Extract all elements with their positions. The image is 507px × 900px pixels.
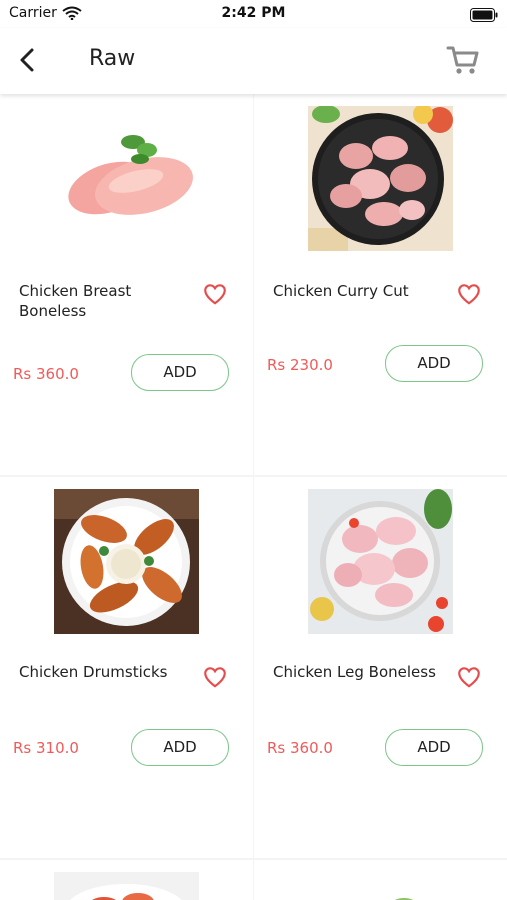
page-title: Raw — [89, 46, 136, 71]
add-to-cart-button[interactable]: ADD — [385, 345, 483, 382]
back-button[interactable] — [14, 44, 44, 76]
heart-icon[interactable] — [456, 281, 482, 307]
product-name[interactable]: Chicken Drumsticks — [19, 662, 189, 682]
product-grid: Chicken Breast Boneless Rs 360.0 ADD Chi… — [0, 94, 507, 900]
product-price: Rs 360.0 — [267, 739, 333, 757]
add-to-cart-button[interactable]: ADD — [131, 729, 229, 766]
product-image — [308, 872, 453, 900]
cart-icon — [446, 46, 479, 74]
nav-bar: Raw — [0, 28, 507, 94]
product-card[interactable]: Chicken Breast Boneless Rs 360.0 ADD — [0, 94, 253, 475]
chevron-left-icon — [20, 48, 34, 72]
cart-button[interactable] — [445, 42, 481, 78]
product-price: Rs 230.0 — [267, 356, 333, 374]
product-card[interactable] — [254, 860, 507, 900]
product-image — [54, 489, 199, 634]
product-card[interactable]: Chicken Curry Cut Rs 230.0 ADD — [254, 94, 507, 475]
product-card[interactable]: Chicken Drumsticks Rs 310.0 ADD — [0, 477, 253, 858]
product-image — [308, 106, 453, 251]
product-image — [54, 872, 199, 900]
battery-icon — [470, 7, 498, 26]
product-image — [308, 489, 453, 634]
status-time: 2:42 PM — [221, 5, 286, 21]
add-to-cart-button[interactable]: ADD — [385, 729, 483, 766]
product-name[interactable]: Chicken Breast Boneless — [19, 281, 189, 321]
product-card[interactable]: Chicken Leg Boneless Rs 360.0 ADD — [254, 477, 507, 858]
heart-icon[interactable] — [456, 664, 482, 690]
product-image — [54, 106, 199, 251]
product-price: Rs 360.0 — [13, 365, 79, 383]
heart-icon[interactable] — [202, 281, 228, 307]
add-to-cart-button[interactable]: ADD — [131, 354, 229, 391]
heart-icon[interactable] — [202, 664, 228, 690]
status-bar: Carrier 2:42 PM — [0, 0, 507, 28]
product-price: Rs 310.0 — [13, 739, 79, 757]
product-card[interactable] — [0, 860, 253, 900]
product-name[interactable]: Chicken Curry Cut — [273, 281, 443, 301]
product-name[interactable]: Chicken Leg Boneless — [273, 662, 443, 682]
